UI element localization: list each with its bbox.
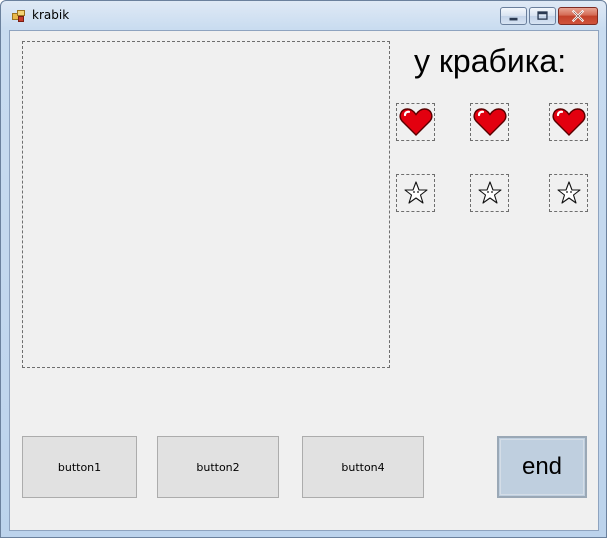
star-box-1[interactable] [396,174,435,212]
end-button[interactable]: end [497,436,587,498]
close-button[interactable] [558,7,598,25]
button4-label: button4 [341,460,385,474]
star-box-2[interactable] [470,174,509,212]
heart-icon [399,108,432,136]
star-icon [403,181,428,204]
game-picture-box[interactable] [22,41,390,368]
heart-box-1[interactable] [396,103,435,141]
app-window: krabik у крабика: button1 button2 button… [0,0,607,538]
close-icon [571,9,585,23]
app-icon [12,10,26,22]
heart-icon [552,108,585,136]
button2[interactable]: button2 [157,436,279,498]
minimize-button[interactable] [500,7,527,25]
maximize-icon [537,11,548,20]
star-icon [556,181,581,204]
button1-label: button1 [57,460,102,474]
button4[interactable]: button4 [302,436,424,498]
heart-icon [473,108,506,136]
minimize-icon [509,17,518,21]
button2-label: button2 [196,460,240,474]
star-box-3[interactable] [549,174,588,212]
heart-box-2[interactable] [470,103,509,141]
window-title: krabik [32,8,70,22]
heart-box-3[interactable] [549,103,588,141]
form-client-area: у крабика: button1 button2 button4 end [9,30,599,531]
end-button-label: end [521,453,563,480]
star-icon [477,181,502,204]
title-bar[interactable]: krabik [1,1,606,29]
button1[interactable]: button1 [22,436,137,498]
maximize-button[interactable] [529,7,556,25]
lives-label: у крабика: [414,43,567,79]
